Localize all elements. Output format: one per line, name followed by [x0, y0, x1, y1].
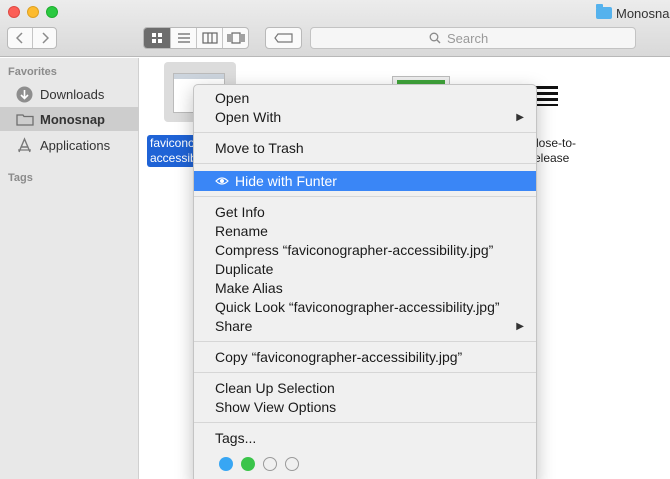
- toolbar: Monosnap: [0, 0, 670, 57]
- folder-icon: [15, 110, 34, 129]
- menu-item-make-alias[interactable]: Make Alias: [194, 279, 536, 298]
- menu-item-move-to-trash[interactable]: Move to Trash: [194, 139, 536, 158]
- sidebar-item-monosnap[interactable]: Monosnap: [0, 107, 139, 131]
- menu-separator: [194, 422, 536, 423]
- tag-color-green[interactable]: [241, 457, 255, 471]
- tag-icon: [273, 33, 293, 43]
- zoom-window-button[interactable]: [46, 6, 58, 18]
- grid-icon: [152, 33, 162, 43]
- sidebar-item-label: Applications: [40, 137, 111, 153]
- window-title-label: Monosnap: [616, 5, 670, 21]
- menu-separator: [194, 163, 536, 164]
- window-title: Monosnap: [596, 4, 670, 22]
- search-field[interactable]: [310, 27, 636, 49]
- menu-item-hide-with-funter[interactable]: Hide with Funter: [194, 171, 536, 191]
- sidebar-item-label: Downloads: [40, 86, 105, 102]
- column-view-button[interactable]: [196, 28, 222, 48]
- tag-color-none[interactable]: [263, 457, 277, 471]
- icon-view-button[interactable]: [144, 28, 170, 48]
- menu-separator: [194, 372, 536, 373]
- menu-separator: [194, 196, 536, 197]
- minimize-window-button[interactable]: [27, 6, 39, 18]
- tags-heading: Tags: [8, 172, 33, 184]
- favorites-heading: Favorites: [8, 66, 57, 78]
- menu-item-rename[interactable]: Rename: [194, 222, 536, 241]
- submenu-arrow-icon: ▶: [516, 321, 524, 332]
- close-window-button[interactable]: [8, 6, 20, 18]
- tag-color-none[interactable]: [285, 457, 299, 471]
- search-icon: [429, 32, 441, 44]
- menu-item-tags[interactable]: Tags...: [194, 429, 536, 448]
- sidebar: Favorites Downloads Monosnap Application…: [0, 58, 139, 479]
- edit-tags-button[interactable]: [265, 27, 302, 49]
- eye-icon: [215, 177, 229, 185]
- file-label-selected[interactable]: faviconographer- accessibility.jpg: [147, 135, 199, 167]
- context-menu: Open Open With ▶ Move to Trash Hide with…: [193, 84, 537, 479]
- menu-item-quick-look[interactable]: Quick Look “faviconographer-accessibilit…: [194, 298, 536, 317]
- sidebar-item-applications[interactable]: Applications: [0, 133, 139, 157]
- applications-icon: [15, 136, 34, 155]
- list-view-button[interactable]: [170, 28, 196, 48]
- sidebar-item-downloads[interactable]: Downloads: [0, 82, 139, 106]
- back-button[interactable]: [8, 28, 32, 48]
- menu-separator: [194, 341, 536, 342]
- navigation-buttons: [7, 27, 57, 49]
- sidebar-item-label: Monosnap: [40, 111, 105, 127]
- cover-flow-icon: [226, 32, 245, 44]
- menu-item-compress[interactable]: Compress “faviconographer-accessibility.…: [194, 241, 536, 260]
- tag-color-blue[interactable]: [219, 457, 233, 471]
- columns-icon: [201, 32, 218, 44]
- view-mode-buttons: [143, 27, 249, 49]
- submenu-arrow-icon: ▶: [516, 112, 524, 123]
- file-thumbnail[interactable]: [536, 86, 558, 106]
- search-input[interactable]: [447, 30, 517, 46]
- chevron-right-icon: [41, 32, 49, 44]
- menu-item-clean-up-selection[interactable]: Clean Up Selection: [194, 379, 536, 398]
- menu-item-open-with[interactable]: Open With ▶: [194, 108, 536, 127]
- menu-item-get-info[interactable]: Get Info: [194, 203, 536, 222]
- download-icon: [15, 85, 34, 104]
- chevron-left-icon: [16, 32, 23, 44]
- menu-item-duplicate[interactable]: Duplicate: [194, 260, 536, 279]
- finder-window: Monosnap: [0, 0, 670, 479]
- menu-item-copy[interactable]: Copy “faviconographer-accessibility.jpg”: [194, 348, 536, 367]
- menu-item-show-view-options[interactable]: Show View Options: [194, 398, 536, 417]
- menu-separator: [194, 132, 536, 133]
- folder-icon: [596, 4, 612, 19]
- cover-flow-view-button[interactable]: [222, 28, 248, 48]
- menu-item-share[interactable]: Share ▶: [194, 317, 536, 336]
- forward-button[interactable]: [32, 28, 56, 48]
- menu-item-open[interactable]: Open: [194, 89, 536, 108]
- list-icon: [177, 33, 190, 43]
- tag-color-picker: [219, 457, 299, 471]
